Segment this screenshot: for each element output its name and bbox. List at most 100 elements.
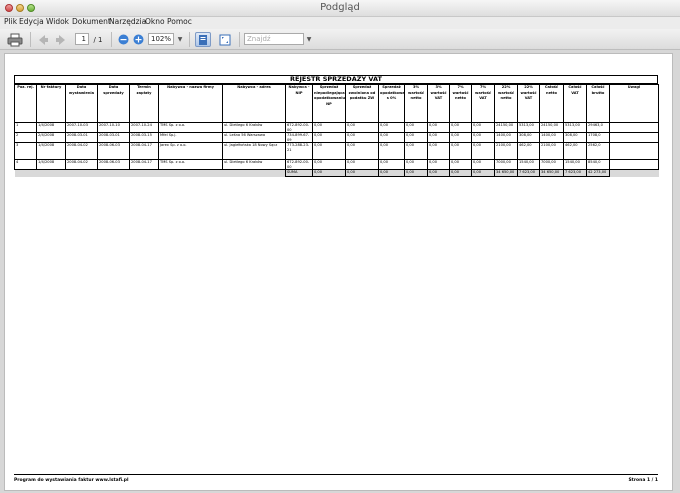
toolbar-separator [239, 32, 240, 47]
summary-cell: 0,00 [427, 169, 450, 177]
menu-edycja[interactable]: Edycja [19, 17, 44, 26]
summary-cell: 0,00 [404, 169, 428, 177]
table-cell: 2008-04-02 [65, 142, 98, 160]
zoom-out-button[interactable] [117, 32, 129, 47]
menu-narzedzia[interactable]: Narzędzia [109, 17, 146, 26]
next-page-button[interactable] [54, 32, 68, 47]
table-cell: 0,00 [378, 159, 405, 170]
footer-page-number: Strona 1 / 1 [628, 478, 658, 483]
table-cell: ul. Leśna 56 Warszawa [222, 132, 286, 143]
column-header: Sprzedaż opodatkowana s 0% [378, 84, 405, 123]
table-cell: 2562,0 [586, 142, 610, 160]
menu-pomoc[interactable]: Pomoc [167, 17, 192, 26]
table-cell: ul. Dietlego 6 Kraków [222, 122, 286, 133]
blank-cell [36, 169, 66, 177]
table-cell: 2008-04-17 [129, 142, 159, 160]
table-cell: 0,00 [471, 142, 495, 160]
page-total: / 1 [93, 35, 103, 44]
table-cell: 0,00 [404, 122, 428, 133]
table-cell: 0,00 [404, 159, 428, 170]
previous-page-button[interactable] [36, 32, 50, 47]
table-cell: 1400,00 [539, 132, 564, 143]
blank-cell [158, 169, 223, 177]
document-viewport[interactable]: REJESTR SPRZEDAŻY VAT Poz. rej. Nr faktur… [0, 50, 680, 493]
table-cell: 2008-04-17 [129, 159, 159, 170]
menu-okno[interactable]: Okno [145, 17, 165, 26]
table-cell: TMS Sp. z o.o. [158, 159, 223, 170]
zoom-level-select[interactable]: 102% [148, 33, 174, 45]
table-cell: 1/4/2008 [36, 159, 66, 170]
table-cell [609, 159, 659, 170]
menu-plik[interactable]: Plik [4, 17, 17, 26]
toolbar-separator [189, 32, 190, 47]
blank-cell [222, 169, 286, 177]
table-cell: 2008-06-03 [97, 142, 130, 160]
table-cell: 0,00 [471, 122, 495, 133]
table-cell: 1400,00 [494, 132, 518, 143]
table-cell: 0,00 [404, 132, 428, 143]
summary-cell: 0,00 [449, 169, 472, 177]
summary-cell: 0,00 [378, 169, 405, 177]
print-button[interactable] [6, 32, 24, 47]
summary-cell: 0,00 [345, 169, 379, 177]
fit-page-button[interactable] [217, 32, 233, 47]
table-cell: 1/4/2008 [36, 142, 66, 160]
table-cell: Jarex Sp. z o.o. [158, 142, 223, 160]
column-header: Nabywca - NIP [285, 84, 313, 123]
search-options-chevron-icon[interactable]: ▼ [305, 32, 313, 47]
table-cell: 0,00 [471, 159, 495, 170]
column-header: 22% wartość VAT [517, 84, 540, 123]
table-cell: 1540,00 [517, 159, 540, 170]
table-cell: 2/4/2008 [36, 132, 66, 143]
summary-cell: 42 273,00 [586, 169, 610, 177]
summary-cell: 0,00 [471, 169, 495, 177]
report-title: REJESTR SPRZEDAŻY VAT [14, 75, 658, 84]
window-title: Podgląd [320, 2, 360, 13]
table-cell: 3 [14, 142, 37, 160]
zoom-dropdown-chevron-icon[interactable]: ▼ [176, 32, 184, 47]
table-cell: 462,00 [517, 142, 540, 160]
menu-widok[interactable]: Widok [46, 17, 69, 26]
menu-dokument[interactable]: Dokument [72, 17, 111, 26]
table-cell: 0,00 [427, 122, 450, 133]
table-cell: 5313,00 [563, 122, 587, 133]
table-cell: ul. Dietlego 6 Kraków [222, 159, 286, 170]
single-page-view-button[interactable] [195, 32, 211, 47]
column-header: Całość netto [539, 84, 564, 123]
table-cell: TMS Sp. z o.o. [158, 122, 223, 133]
table-cell [609, 122, 659, 133]
table-cell: 2008-06-03 [97, 159, 130, 170]
column-header: 7% wartość netto [449, 84, 472, 123]
table-cell: 0,00 [345, 122, 379, 133]
zoom-in-button[interactable] [132, 32, 144, 47]
table-row: 3 1/4/2008 2008-04-02 2008-06-03 2008-04-17 J… [14, 142, 659, 160]
arrow-left-icon [39, 34, 48, 45]
table-cell: 0,00 [345, 159, 379, 170]
arrow-right-icon [56, 34, 65, 45]
table-cell: 24150,00 [494, 122, 518, 133]
page-number-input[interactable]: 1 [75, 33, 89, 45]
summary-cell: 7 623,00 [563, 169, 587, 177]
table-cell: 2100,00 [539, 142, 564, 160]
column-header: Poz. rej. [14, 84, 37, 123]
column-header: 22% wartość netto [494, 84, 518, 123]
table-header-row: Poz. rej. Nr faktury Data wystawienia Data … [14, 84, 659, 123]
table-cell: 2100,00 [494, 142, 518, 160]
table-cell: 308,00 [517, 132, 540, 143]
toolbar-separator [111, 32, 112, 47]
search-input[interactable]: Znajdź [244, 33, 304, 45]
summary-cell: 7 623,00 [517, 169, 540, 177]
blank-cell [97, 169, 130, 177]
blank-cell [129, 169, 159, 177]
column-header: Data sprzedaży [97, 84, 130, 123]
blank-cell [14, 169, 37, 177]
table-cell [609, 132, 659, 143]
table-cell: 2008-04-02 [65, 159, 98, 170]
footer-divider [14, 474, 658, 475]
table-cell: 8540,0 [586, 159, 610, 170]
sales-register-table: Poz. rej. Nr faktury Data wystawienia Data … [14, 84, 659, 177]
table-cell: 2008-03-01 [97, 132, 130, 143]
window-titlebar: Podgląd [0, 0, 680, 17]
table-cell: 672-892-00-00 [285, 159, 313, 170]
table-cell: 773-288-23-21 [285, 142, 313, 160]
